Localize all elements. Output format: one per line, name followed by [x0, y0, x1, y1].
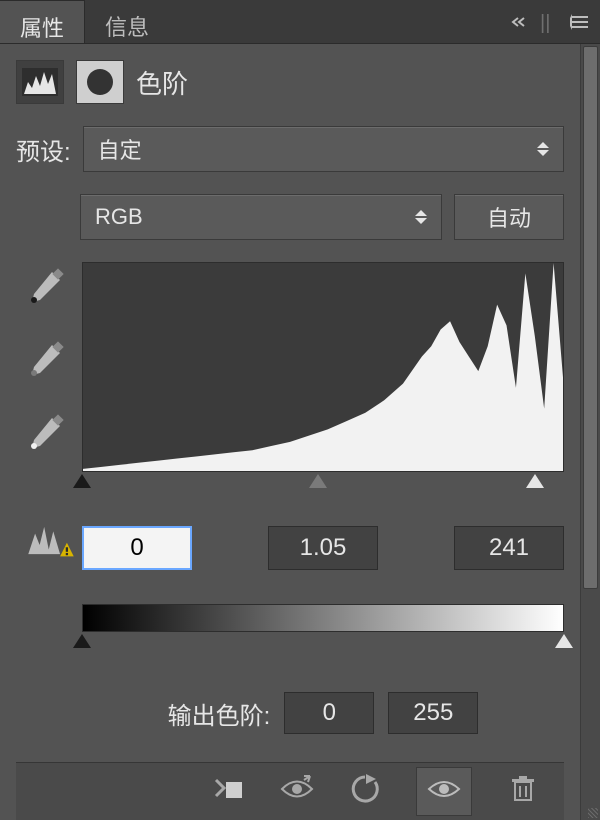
output-high-input[interactable]: 255: [388, 692, 478, 734]
dropdown-arrows-icon: [537, 142, 549, 156]
preset-value: 自定: [98, 133, 142, 165]
adjustment-header: 色阶: [16, 60, 564, 104]
channel-value: RGB: [95, 204, 143, 230]
output-slider[interactable]: [82, 634, 564, 650]
output-low-handle[interactable]: [73, 634, 91, 648]
clip-to-layer-icon[interactable]: [212, 774, 246, 809]
eyedropper-white-icon[interactable]: [24, 414, 64, 459]
eyedropper-black-icon[interactable]: [24, 268, 64, 313]
resize-grip-icon[interactable]: [588, 808, 598, 818]
preset-row: 预设: 自定: [16, 126, 564, 172]
midtone-input[interactable]: 1.05: [268, 526, 378, 570]
input-slider[interactable]: [82, 474, 564, 490]
highlight-slider-handle[interactable]: [526, 474, 544, 488]
collapse-icon[interactable]: [510, 12, 530, 32]
shadow-slider-handle[interactable]: [73, 474, 91, 488]
trash-icon[interactable]: [506, 774, 540, 809]
panel-footer: [16, 762, 564, 820]
eyedropper-gray-icon[interactable]: [24, 341, 64, 386]
panel-title: 色阶: [136, 64, 188, 101]
channel-row: RGB 自动: [80, 194, 564, 240]
preset-label: 预设:: [16, 132, 71, 167]
output-label: 输出色阶:: [168, 696, 271, 731]
tab-bar: 属性 信息 ||: [0, 0, 600, 44]
reset-icon[interactable]: [348, 774, 382, 809]
highlight-input[interactable]: 241: [454, 526, 564, 570]
levels-icon: [16, 60, 64, 104]
output-row: 输出色阶: 0 255: [82, 692, 564, 734]
visibility-icon[interactable]: [416, 767, 472, 816]
channel-select[interactable]: RGB: [80, 194, 442, 240]
tab-info[interactable]: 信息: [85, 0, 169, 43]
divider: ||: [540, 12, 560, 32]
output-gradient: [82, 604, 564, 632]
output-low-input[interactable]: 0: [284, 692, 374, 734]
properties-panel: 属性 信息 || 色阶 预设: 自定: [0, 0, 600, 820]
clip-warning-icon[interactable]: [26, 520, 76, 559]
eyedropper-tools: [16, 262, 72, 734]
mask-icon[interactable]: [76, 60, 124, 104]
tab-properties[interactable]: 属性: [0, 0, 85, 43]
output-high-handle[interactable]: [555, 634, 573, 648]
auto-button[interactable]: 自动: [454, 194, 564, 240]
shadow-input[interactable]: 0: [82, 526, 192, 570]
toggle-previous-state-icon[interactable]: [280, 774, 314, 809]
dropdown-arrows-icon: [415, 210, 427, 224]
preset-select[interactable]: 自定: [83, 126, 564, 172]
vertical-scrollbar[interactable]: [580, 44, 600, 820]
histogram: [82, 262, 564, 472]
panel-menu-icon[interactable]: [570, 12, 590, 32]
midtone-slider-handle[interactable]: [309, 474, 327, 488]
